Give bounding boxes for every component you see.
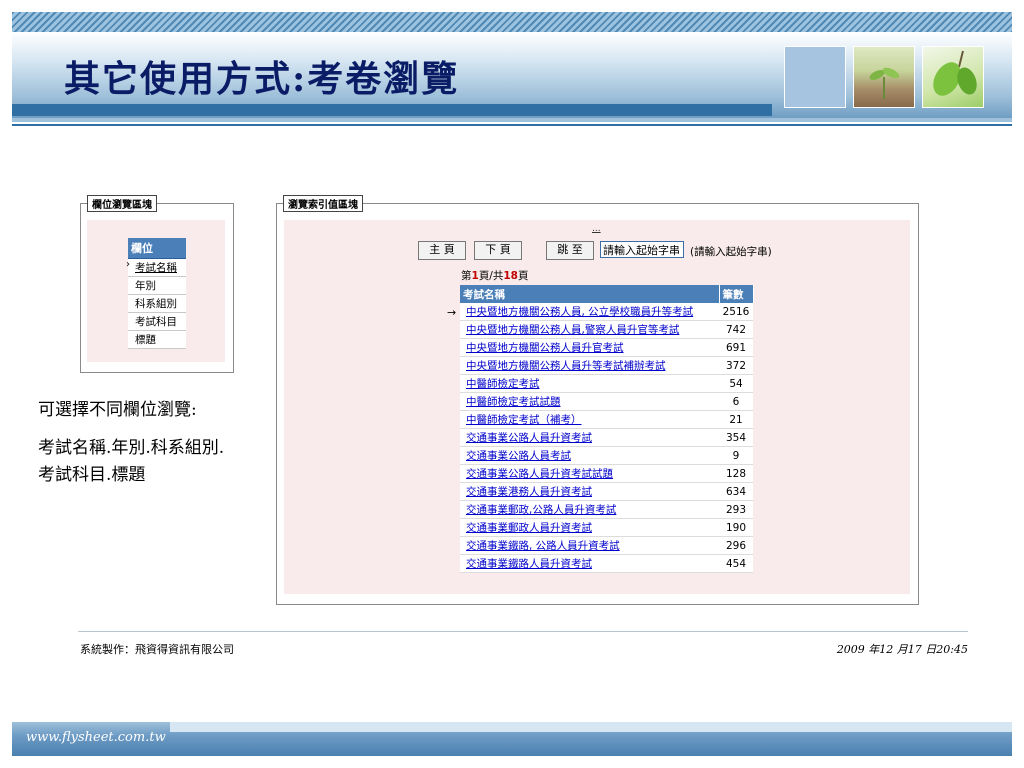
field-list-header: 欄位 — [128, 238, 186, 259]
table-row: 中央暨地方機關公務人員, 公立學校職員升等考試 2516 — [460, 303, 753, 321]
field-list: 欄位 › 考試名稱 年別 科系組別 考試科目 標題 — [126, 238, 186, 349]
table-row: 中醫師檢定考試 54 — [460, 374, 753, 393]
table-row: 中醫師檢定考試試題 6 — [460, 392, 753, 411]
table-row: 中醫師檢定考試（補考） 21 — [460, 410, 753, 429]
table-row: 交通事業郵政人員升資考試 190 — [460, 518, 753, 537]
exam-link[interactable]: 中央暨地方機關公務人員, 公立學校職員升等考試 — [466, 306, 693, 318]
page-info: 第1頁/共18頁 — [461, 270, 529, 282]
record-count: 190 — [719, 518, 753, 537]
column-header-count: 筆數 — [719, 285, 754, 303]
header-stripe — [12, 118, 1012, 122]
exam-link[interactable]: 交通事業公路人員升資考試試題 — [466, 468, 613, 480]
exam-link[interactable]: 交通事業公路人員升資考試 — [466, 432, 592, 444]
table-row: 交通事業郵政,公路人員升資考試 293 — [460, 500, 753, 519]
column-header-exam-name: 考試名稱 — [460, 285, 720, 303]
current-row-arrow-icon: → — [447, 306, 457, 319]
total-pages: 18 — [503, 270, 518, 282]
record-count: 354 — [719, 428, 753, 447]
table-row: 交通事業公路人員升資考試 354 — [460, 428, 753, 447]
record-count: 9 — [719, 446, 753, 465]
record-count: 296 — [719, 536, 753, 555]
field-item-year[interactable]: 年別 — [128, 277, 186, 295]
current-page: 1 — [471, 270, 479, 282]
field-item-exam-name[interactable]: › 考試名稱 — [126, 259, 186, 277]
description-line-2: 考試名稱.年別.科系組別. — [38, 438, 225, 458]
header-stripe-dark — [12, 124, 1012, 126]
record-count: 54 — [719, 374, 753, 393]
start-string-input[interactable]: 請輸入起始字串 — [600, 241, 684, 258]
exam-link[interactable]: 交通事業郵政,公路人員升資考試 — [466, 504, 616, 516]
home-button[interactable]: 主 頁 — [418, 241, 466, 260]
more-link[interactable]: ... — [592, 224, 601, 234]
table-row: 交通事業公路人員考試 9 — [460, 446, 753, 465]
description-line-1: 可選擇不同欄位瀏覽: — [38, 400, 197, 420]
sprout-thumbnail — [853, 46, 915, 108]
table-row: 中央暨地方機關公務人員,警察人員升官等考試 742 — [460, 320, 753, 339]
exam-link[interactable]: 交通事業郵政人員升資考試 — [466, 522, 592, 534]
record-count: 128 — [719, 464, 753, 483]
exam-link[interactable]: 中醫師檢定考試（補考） — [466, 414, 582, 426]
record-count: 6 — [719, 392, 753, 411]
caret-icon: › — [126, 259, 130, 270]
record-count: 634 — [719, 482, 753, 501]
exam-link[interactable]: 中醫師檢定考試試題 — [466, 396, 561, 408]
record-count: 742 — [719, 320, 753, 339]
exam-link[interactable]: 中央暨地方機關公務人員升等考試補辦考試 — [466, 360, 666, 372]
leaf-icon — [933, 50, 977, 96]
table-row: 交通事業鐵路, 公路人員升資考試 296 — [460, 536, 753, 555]
record-count: 2516 — [719, 303, 753, 321]
record-count: 372 — [719, 356, 753, 375]
exam-link[interactable]: 中央暨地方機關公務人員,警察人員升官等考試 — [466, 324, 679, 336]
slide-title: 其它使用方式:考卷瀏覽 — [64, 58, 460, 100]
footer-credit: 系統製作：飛資得資訊有限公司 — [80, 643, 234, 656]
record-count: 691 — [719, 338, 753, 357]
browse-index-label: 瀏覽索引值區塊 — [283, 195, 363, 212]
sprout-icon — [869, 67, 900, 99]
leaf-thumbnail — [922, 46, 984, 108]
next-page-button[interactable]: 下 頁 — [474, 241, 522, 260]
bottom-band-light — [170, 722, 1012, 732]
website-url: www.flysheet.com.tw — [26, 730, 166, 745]
field-item-subject[interactable]: 考試科目 — [128, 313, 186, 331]
exam-link[interactable]: 中醫師檢定考試 — [466, 378, 540, 390]
header-bar — [12, 104, 772, 116]
exam-link[interactable]: 中央暨地方機關公務人員升官考試 — [466, 342, 624, 354]
exam-link[interactable]: 交通事業港務人員升資考試 — [466, 486, 592, 498]
footer-divider — [78, 631, 968, 632]
table-row: 中央暨地方機關公務人員升等考試補辦考試 372 — [460, 356, 753, 375]
footer-date: 2009 年12 月17 日20:45 — [836, 643, 968, 656]
table-row: 交通事業鐵路人員升資考試 454 — [460, 554, 753, 573]
header-hatch — [12, 12, 1012, 32]
exam-link[interactable]: 交通事業鐵路人員升資考試 — [466, 558, 592, 570]
field-item-title[interactable]: 標題 — [128, 331, 186, 349]
blank-thumbnail — [784, 46, 846, 108]
exam-link[interactable]: 交通事業鐵路, 公路人員升資考試 — [466, 540, 620, 552]
index-table: 考試名稱 筆數 中央暨地方機關公務人員, 公立學校職員升等考試 2516 中央暨地… — [460, 285, 754, 573]
description-line-3: 考試科目.標題 — [38, 465, 146, 485]
record-count: 454 — [719, 554, 753, 573]
exam-link[interactable]: 交通事業公路人員考試 — [466, 450, 571, 462]
table-row: 交通事業公路人員升資考試試題 128 — [460, 464, 753, 483]
record-count: 21 — [719, 410, 753, 429]
field-browse-label: 欄位瀏覽區塊 — [87, 195, 157, 212]
table-row: 中央暨地方機關公務人員升官考試 691 — [460, 338, 753, 357]
table-row: 交通事業港務人員升資考試 634 — [460, 482, 753, 501]
input-hint: (請輸入起始字串) — [690, 246, 772, 258]
jump-to-button[interactable]: 跳 至 — [546, 241, 594, 260]
field-item-department[interactable]: 科系組別 — [128, 295, 186, 313]
record-count: 293 — [719, 500, 753, 519]
